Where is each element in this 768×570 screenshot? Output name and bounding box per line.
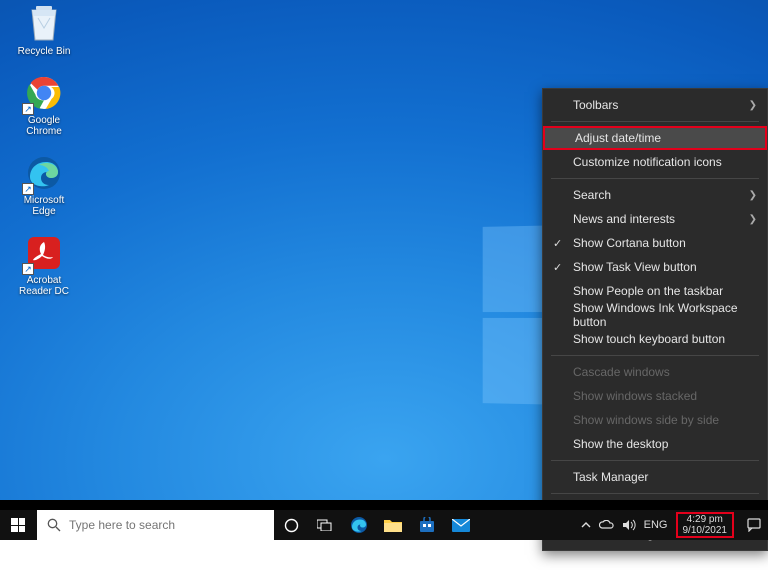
menu-separator	[551, 460, 759, 461]
chevron-right-icon: ❯	[749, 100, 757, 111]
taskview-button[interactable]	[308, 519, 342, 531]
menu-item-show-windows-ink-workspace-button[interactable]: Show Windows Ink Workspace button	[543, 303, 767, 327]
system-tray[interactable]: ENG 4:29 pm 9/10/2021	[575, 510, 740, 540]
taskbar-spacer	[478, 510, 575, 540]
menu-item-label: Show Windows Ink Workspace button	[573, 301, 757, 329]
tray-chevron-up-icon[interactable]	[581, 520, 591, 530]
menu-item-label: Search	[573, 188, 611, 202]
menu-item-label: Adjust date/time	[575, 131, 661, 145]
desktop-icon-edge[interactable]: ↗ MicrosoftEdge	[8, 153, 80, 217]
desktop-icons: Recycle Bin ↗ GoogleChrome	[8, 4, 80, 297]
desktop[interactable]: Recycle Bin ↗ GoogleChrome	[0, 0, 768, 540]
mail-icon	[452, 519, 470, 532]
taskbar-pinned-icons	[274, 510, 478, 540]
taskbar-mail-button[interactable]	[444, 519, 478, 532]
menu-item-search[interactable]: Search ❯	[543, 183, 767, 207]
menu-item-show-windows-side-by-side: Show windows side by side	[543, 408, 767, 432]
notification-icon	[747, 518, 761, 532]
menu-item-label: Customize notification icons	[573, 155, 722, 169]
windows-logo-icon	[11, 518, 25, 532]
desktop-icon-recycle-bin[interactable]: Recycle Bin	[8, 4, 80, 57]
desktop-icon-chrome[interactable]: ↗ GoogleChrome	[8, 73, 80, 137]
menu-item-label: Show Cortana button	[573, 236, 686, 250]
shortcut-arrow-icon: ↗	[22, 263, 34, 275]
menu-item-show-cortana-button[interactable]: ✓ Show Cortana button	[543, 231, 767, 255]
start-button[interactable]	[0, 510, 36, 540]
cortana-icon	[284, 518, 299, 533]
icon-label: AcrobatReader DC	[19, 275, 69, 297]
tray-date: 9/10/2021	[683, 525, 728, 536]
icon-label: Recycle Bin	[18, 46, 71, 57]
menu-separator	[551, 355, 759, 356]
menu-item-adjust-date-time[interactable]: Adjust date/time	[543, 126, 767, 150]
menu-item-label: Cascade windows	[573, 365, 670, 379]
menu-item-task-manager[interactable]: Task Manager	[543, 465, 767, 489]
tray-language[interactable]: ENG	[644, 519, 668, 531]
menu-item-label: Show windows side by side	[573, 413, 719, 427]
file-explorer-icon	[384, 518, 402, 532]
bottom-strip	[0, 500, 768, 510]
chevron-right-icon: ❯	[749, 214, 757, 225]
tray-volume-icon[interactable]	[622, 519, 636, 531]
chevron-right-icon: ❯	[749, 190, 757, 201]
edge-icon	[350, 516, 368, 534]
store-icon	[419, 517, 435, 533]
tray-clock[interactable]: 4:29 pm 9/10/2021	[676, 512, 735, 538]
taskbar-context-menu: Toolbars ❯ Adjust date/time Customize notif…	[542, 88, 768, 551]
menu-item-label: Show Task View button	[573, 260, 697, 274]
menu-separator	[551, 493, 759, 494]
menu-item-label: Show the desktop	[573, 437, 668, 451]
search-input[interactable]	[69, 518, 264, 532]
taskbar[interactable]: ENG 4:29 pm 9/10/2021	[0, 510, 768, 540]
icon-label: GoogleChrome	[26, 115, 62, 137]
search-box[interactable]	[36, 510, 274, 540]
check-icon: ✓	[553, 237, 562, 250]
taskbar-edge-button[interactable]	[342, 516, 376, 534]
menu-item-cascade-windows: Cascade windows	[543, 360, 767, 384]
menu-item-show-people-on-the-taskbar[interactable]: Show People on the taskbar	[543, 279, 767, 303]
shortcut-arrow-icon: ↗	[22, 103, 34, 115]
recycle-bin-icon	[26, 4, 62, 44]
menu-item-toolbars[interactable]: Toolbars ❯	[543, 93, 767, 117]
menu-item-show-touch-keyboard-button[interactable]: Show touch keyboard button	[543, 327, 767, 351]
menu-item-label: Show touch keyboard button	[573, 332, 725, 346]
menu-item-show-task-view-button[interactable]: ✓ Show Task View button	[543, 255, 767, 279]
tray-onedrive-icon[interactable]	[599, 520, 614, 530]
shortcut-arrow-icon: ↗	[22, 183, 34, 195]
icon-label: MicrosoftEdge	[24, 195, 65, 217]
taskbar-store-button[interactable]	[410, 517, 444, 533]
menu-item-customize-notification-icons[interactable]: Customize notification icons	[543, 150, 767, 174]
desktop-icon-acrobat[interactable]: ↗ AcrobatReader DC	[8, 233, 80, 297]
search-icon	[47, 518, 61, 532]
menu-separator	[551, 121, 759, 122]
tray-time: 4:29 pm	[687, 514, 723, 525]
menu-item-label: News and interests	[573, 212, 675, 226]
menu-item-label: Show People on the taskbar	[573, 284, 723, 298]
check-icon: ✓	[553, 261, 562, 274]
menu-separator	[551, 178, 759, 179]
menu-item-show-windows-stacked: Show windows stacked	[543, 384, 767, 408]
menu-item-show-the-desktop[interactable]: Show the desktop	[543, 432, 767, 456]
menu-item-news-and-interests[interactable]: News and interests ❯	[543, 207, 767, 231]
taskview-icon	[317, 519, 333, 531]
action-center-button[interactable]	[740, 510, 768, 540]
taskbar-explorer-button[interactable]	[376, 518, 410, 532]
menu-item-label: Task Manager	[573, 470, 648, 484]
menu-item-label: Toolbars	[573, 98, 618, 112]
menu-item-label: Show windows stacked	[573, 389, 697, 403]
cortana-button[interactable]	[274, 518, 308, 533]
